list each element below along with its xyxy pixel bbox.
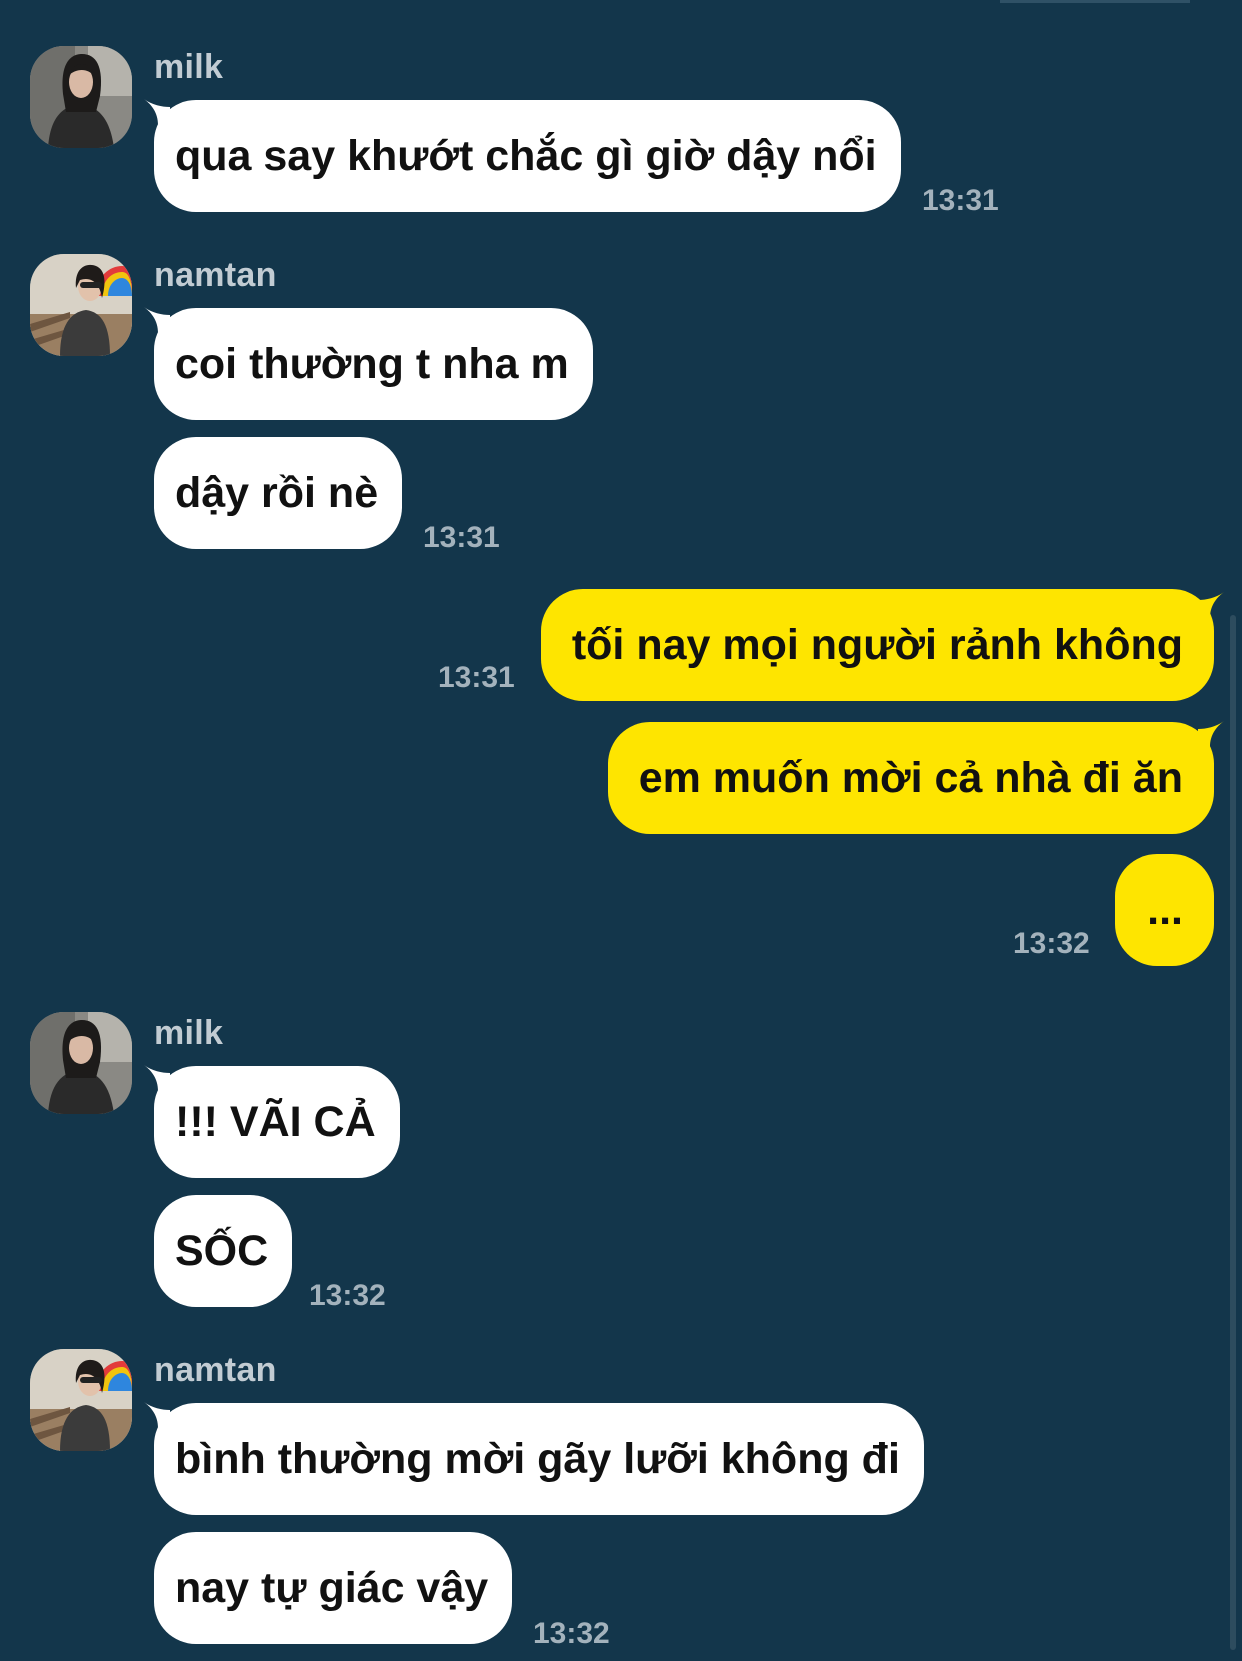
avatar-milk[interactable] [30,1012,132,1114]
message-bubble-outgoing[interactable]: tối nay mọi người rảnh không [540,589,1214,701]
profile-photo-namtan-icon [30,254,132,356]
message-bubble[interactable]: bình thường mời gãy lưỡi không đi [154,1403,924,1515]
message-bubble[interactable]: coi thường t nha m [154,308,593,420]
message-time: 13:32 [1013,927,1090,960]
sender-name: milk [154,48,224,86]
profile-photo-milk-icon [30,1012,132,1114]
profile-photo-milk-icon [30,46,132,148]
message-time: 13:31 [423,521,500,554]
sender-name: namtan [154,1351,277,1389]
message-time: 13:31 [438,661,515,694]
sender-name: namtan [154,256,277,294]
sender-name: milk [154,1014,224,1052]
message-bubble-outgoing[interactable]: ... [1115,854,1214,966]
message-bubble[interactable]: qua say khướt chắc gì giờ dậy nổi [154,100,901,212]
chat-view: milk qua say khướt chắc gì giờ dậy nổi 1… [0,0,1242,1661]
message-time: 13:31 [922,184,999,217]
profile-photo-namtan-icon [30,1349,132,1451]
message-bubble[interactable]: !!! VÃI CẢ [154,1066,400,1178]
message-time: 13:32 [309,1279,386,1312]
message-bubble-outgoing[interactable]: em muốn mời cả nhà đi ăn [607,722,1214,834]
scrollbar[interactable] [1230,615,1236,1650]
message-bubble[interactable]: nay tự giác vậy [154,1532,513,1644]
avatar-namtan[interactable] [30,1349,132,1451]
avatar-namtan[interactable] [30,254,132,356]
top-edge-divider [1000,0,1190,3]
avatar-milk[interactable] [30,46,132,148]
message-bubble[interactable]: SỐC [154,1195,293,1307]
message-time: 13:32 [533,1617,610,1650]
message-bubble[interactable]: dậy rồi nè [154,437,403,549]
